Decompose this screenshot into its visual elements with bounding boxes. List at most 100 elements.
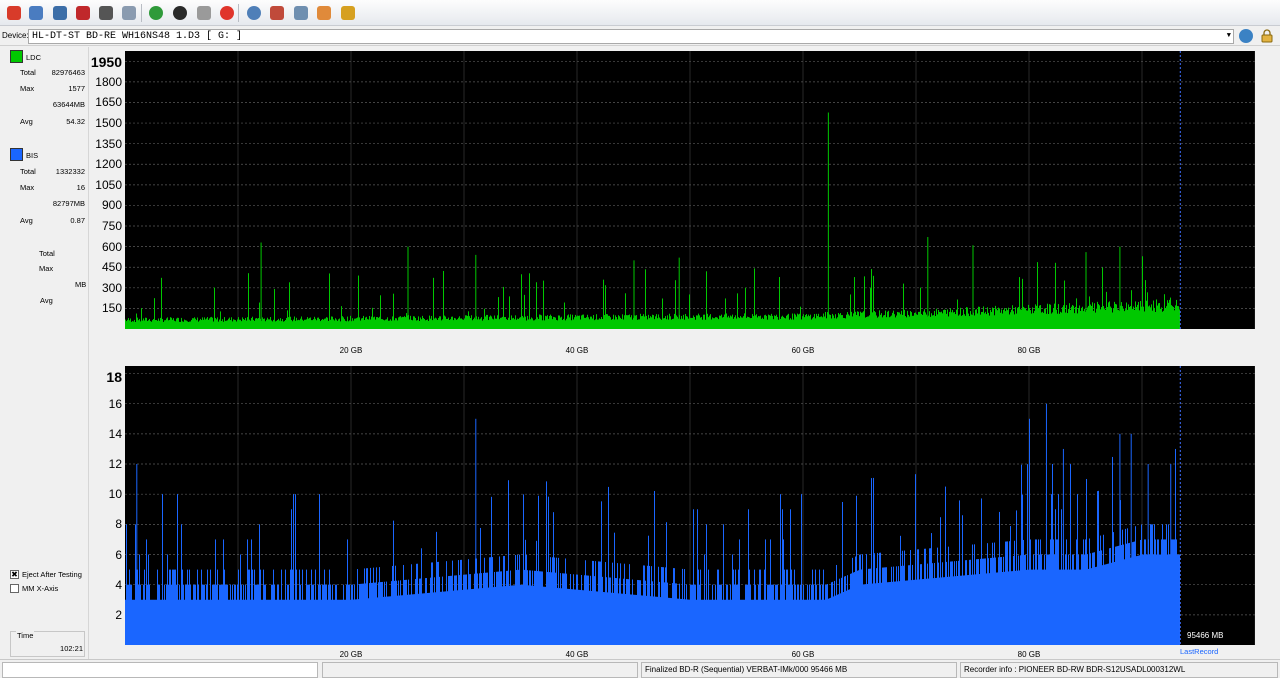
ldc-bar	[1162, 311, 1163, 329]
save-button[interactable]	[291, 3, 311, 23]
bis-bar	[820, 584, 821, 645]
scan-disc-button[interactable]	[50, 3, 70, 23]
bis-bar	[285, 569, 286, 645]
bis-bar	[317, 599, 318, 645]
bis-bar	[213, 584, 214, 645]
bis-bar	[134, 599, 135, 645]
erase-button[interactable]	[73, 3, 93, 23]
ldc-bar	[499, 319, 500, 329]
stop-button[interactable]	[217, 3, 237, 23]
bis-spike	[1147, 464, 1149, 645]
third-max-label: Max	[39, 264, 54, 273]
bis-bar	[439, 576, 440, 645]
ldc-bar	[333, 319, 334, 329]
eject-button[interactable]	[267, 3, 287, 23]
ldc-bar	[130, 318, 131, 329]
info-button[interactable]	[244, 3, 264, 23]
bis-bar	[506, 570, 507, 645]
bis-bar	[603, 592, 604, 645]
bis-bar	[447, 591, 448, 645]
ldc-bar	[508, 317, 509, 329]
ldc-bar	[226, 320, 227, 329]
ldc-bar	[515, 315, 516, 329]
ldc-bar	[149, 318, 150, 329]
ldc-bar	[393, 293, 394, 329]
ldc-bar	[478, 316, 479, 329]
bis-bar	[1177, 554, 1178, 645]
ldc-bar	[1004, 308, 1005, 329]
ldc-bar	[816, 313, 817, 329]
bis-bar	[909, 565, 910, 645]
ldc-bar	[883, 315, 884, 329]
ldc-bar	[495, 318, 496, 329]
ldc-bar	[343, 317, 344, 329]
bis-bar	[293, 494, 294, 645]
ldc-bar	[487, 314, 488, 329]
bis-bar	[402, 595, 403, 645]
ldc-bar	[916, 314, 917, 329]
ldc-bar	[1083, 311, 1084, 329]
bis-bar	[389, 596, 390, 645]
ldc-bar	[306, 319, 307, 329]
ldc-bar	[251, 317, 252, 329]
bis-bar	[970, 559, 971, 645]
ldc-bar	[211, 316, 212, 329]
ldc-bar	[162, 318, 163, 329]
eject-after-testing-checkbox[interactable]: ✖	[10, 570, 19, 579]
copy-icon	[122, 6, 136, 20]
ldc-bar	[743, 316, 744, 329]
ldc-bar	[220, 311, 221, 329]
ldc-bar	[658, 314, 659, 329]
bis-bar	[478, 588, 479, 645]
ldc-bar	[274, 288, 275, 329]
bis-bar	[989, 573, 990, 645]
ldc-bar	[1116, 304, 1117, 329]
bis-bar	[780, 494, 781, 645]
refresh-device-icon[interactable]	[1239, 29, 1253, 43]
bis-bar	[638, 580, 639, 645]
stop-icon	[220, 6, 234, 20]
ldc-bar	[139, 318, 140, 329]
bis-bar	[463, 574, 464, 645]
ldc-bar	[745, 287, 746, 329]
ldc-bar	[1131, 290, 1132, 329]
bis-bar	[993, 557, 994, 645]
ldc-bar	[462, 319, 463, 329]
ldc-bar	[474, 317, 475, 329]
mm-x-axis-checkbox[interactable]	[10, 584, 19, 593]
bis-bar	[912, 564, 913, 645]
test-button[interactable]	[194, 3, 214, 23]
bis-bar	[743, 599, 744, 645]
ldc-bar	[1075, 306, 1076, 329]
ldc-bar	[406, 313, 407, 329]
palette-button[interactable]	[314, 3, 334, 23]
bis-bar	[505, 586, 506, 645]
ldc-bar	[795, 314, 796, 329]
ldc-bar	[409, 319, 410, 329]
ldc-bar	[559, 315, 560, 329]
chart-button[interactable]	[338, 3, 358, 23]
record-button[interactable]	[170, 3, 190, 23]
power-button[interactable]	[4, 3, 24, 23]
copy-button[interactable]	[119, 3, 139, 23]
ldc-bar	[656, 314, 657, 329]
burn-button[interactable]	[96, 3, 116, 23]
wizard-button[interactable]	[26, 3, 46, 23]
disc-burn-icon	[99, 6, 113, 20]
bis-bar	[766, 599, 767, 645]
bis-bar	[523, 494, 524, 645]
ldc-bar	[727, 317, 728, 329]
ldc-bar	[550, 314, 551, 329]
lock-icon[interactable]	[1261, 29, 1273, 43]
device-select[interactable]: HL-DT-ST BD-RE WH16NS48 1.D3 [ G: ] ▼	[28, 29, 1234, 44]
ldc-bar	[270, 316, 271, 329]
bis-bar	[1155, 539, 1156, 645]
chevron-down-icon[interactable]: ▼	[1227, 30, 1231, 43]
ldc-bar	[390, 319, 391, 329]
refresh-button[interactable]	[146, 3, 166, 23]
ldc-bar	[1065, 312, 1066, 329]
bis-bar	[935, 577, 936, 645]
ldc-bar	[1171, 305, 1172, 329]
bis-bar	[818, 599, 819, 645]
bis-bar	[593, 560, 594, 645]
